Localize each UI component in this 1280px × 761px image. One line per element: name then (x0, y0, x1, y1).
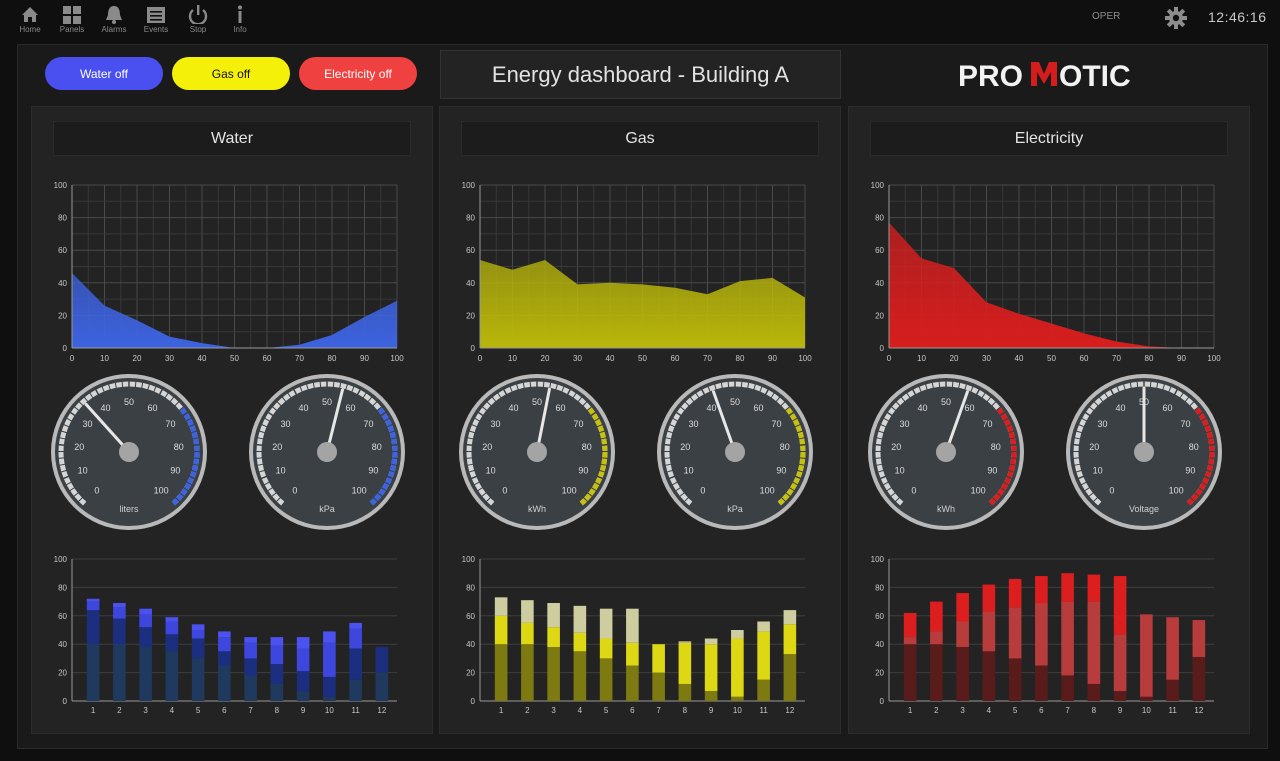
page-title-text: Energy dashboard - Building A (491, 61, 790, 87)
nav-events[interactable]: Events (136, 4, 176, 34)
nav-alarms[interactable]: Alarms (94, 4, 134, 34)
gas-off-button[interactable]: Gas off (172, 57, 290, 90)
nav-label: Stop (189, 25, 207, 34)
nav-label: Home (19, 25, 41, 34)
bell-icon (106, 6, 122, 24)
clock-time: 12:46:16 (1208, 9, 1267, 25)
top-toolbar: Home Panels Alarms Events Stop Info OPER 12:4… (0, 0, 1280, 38)
power-icon (188, 5, 208, 24)
nav-label: Events (143, 25, 169, 34)
gear-icon[interactable] (1164, 6, 1188, 35)
events-icon (147, 7, 165, 23)
electricity-panel: Electricity (848, 106, 1250, 734)
page-title: Energy dashboard - Building A (440, 50, 841, 99)
home-icon (22, 7, 38, 22)
logo-text-right: OTIC (1059, 60, 1131, 92)
panel-title: Water (53, 121, 411, 156)
panel-title-text: Gas (625, 129, 655, 147)
nav-panels[interactable]: Panels (52, 4, 92, 34)
nav-stop[interactable]: Stop (178, 4, 218, 34)
nav-label: Panels (59, 25, 85, 34)
panels-icon (63, 6, 81, 24)
mode-label: OPER (1092, 11, 1121, 22)
panel-title-text: Electricity (1014, 129, 1084, 147)
promotic-logo: PRO OTIC (958, 56, 1148, 93)
nav-home[interactable]: Home (10, 4, 50, 34)
nav-label: Info (233, 25, 247, 34)
electricity-off-button[interactable]: Electricity off (299, 57, 417, 90)
gas-panel: Gas (439, 106, 841, 734)
water-off-button[interactable]: Water off (45, 57, 163, 90)
panel-title: Gas (461, 121, 819, 156)
nav-label: Alarms (101, 25, 127, 34)
nav-info[interactable]: Info (220, 4, 260, 34)
panel-title-text: Water (210, 129, 254, 147)
logo-text-left: PRO (958, 60, 1023, 92)
logo-m-mark (1031, 62, 1057, 86)
panel-title: Electricity (870, 121, 1228, 156)
water-panel: Water (31, 106, 433, 734)
info-icon (238, 5, 242, 23)
